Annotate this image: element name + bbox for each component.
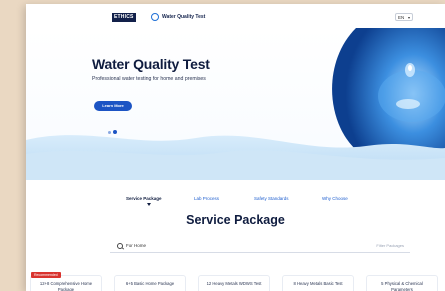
- package-name: 6+5 Basic Home Package: [125, 281, 175, 286]
- package-name: 8 Heavy Metals Basic Test: [293, 281, 343, 286]
- water-drop-icon: [151, 13, 159, 21]
- site-title[interactable]: Water Quality Test: [162, 14, 205, 20]
- hero-subtitle: Professional water testing for home and …: [92, 76, 206, 82]
- package-card[interactable]: 6+5 Basic Home Package: [114, 275, 186, 291]
- carousel-dot[interactable]: [108, 131, 111, 134]
- section-title: Service Package: [186, 213, 285, 227]
- package-name: 12 Heavy Metals WDWS Test: [206, 281, 262, 286]
- package-search-bar[interactable]: For Home Filter Packages: [110, 242, 410, 253]
- search-category-label[interactable]: For Home: [126, 243, 146, 248]
- brand-logo[interactable]: ETHICS: [112, 13, 136, 22]
- package-card[interactable]: 5 Physical & Chemical Parameters: [366, 275, 438, 291]
- tab-safety-standards[interactable]: Safety Standards: [254, 196, 289, 201]
- learn-more-button[interactable]: Learn More: [94, 101, 132, 111]
- package-name: 12+8 Comprehensive Home Package: [39, 281, 93, 291]
- package-card[interactable]: 8 Heavy Metals Basic Test: [282, 275, 354, 291]
- water-splash-image: [26, 28, 445, 180]
- tab-lab-process[interactable]: Lab Process: [194, 196, 219, 201]
- top-bar: ETHICS Water Quality Test EN ▾: [26, 4, 445, 29]
- package-card[interactable]: 12 Heavy Metals WDWS Test: [198, 275, 270, 291]
- hero-banner: Water Quality Test Professional water te…: [26, 28, 445, 180]
- search-icon: [117, 243, 123, 249]
- language-value: EN: [398, 15, 405, 20]
- filter-label[interactable]: Filter Packages: [376, 243, 404, 248]
- package-card[interactable]: Recommended 12+8 Comprehensive Home Pack…: [30, 272, 102, 291]
- recommended-badge: Recommended: [31, 272, 61, 278]
- tab-why-choose[interactable]: Why Choose: [322, 196, 348, 201]
- package-name: 5 Physical & Chemical Parameters: [381, 281, 423, 291]
- hero-title: Water Quality Test: [92, 56, 210, 72]
- section-tabs: Service Package Lab Process Safety Stand…: [126, 196, 376, 208]
- chevron-down-icon: ▾: [407, 15, 410, 20]
- service-section: Service Package Lab Process Safety Stand…: [26, 180, 445, 291]
- tab-service-package[interactable]: Service Package: [126, 196, 162, 201]
- app-window: ETHICS Water Quality Test EN ▾ Water Qua…: [26, 4, 445, 291]
- package-list: Recommended 12+8 Comprehensive Home Pack…: [26, 271, 445, 291]
- language-select[interactable]: EN ▾: [395, 13, 413, 21]
- carousel-dot-active[interactable]: [113, 130, 117, 134]
- active-tab-indicator-icon: [147, 203, 151, 206]
